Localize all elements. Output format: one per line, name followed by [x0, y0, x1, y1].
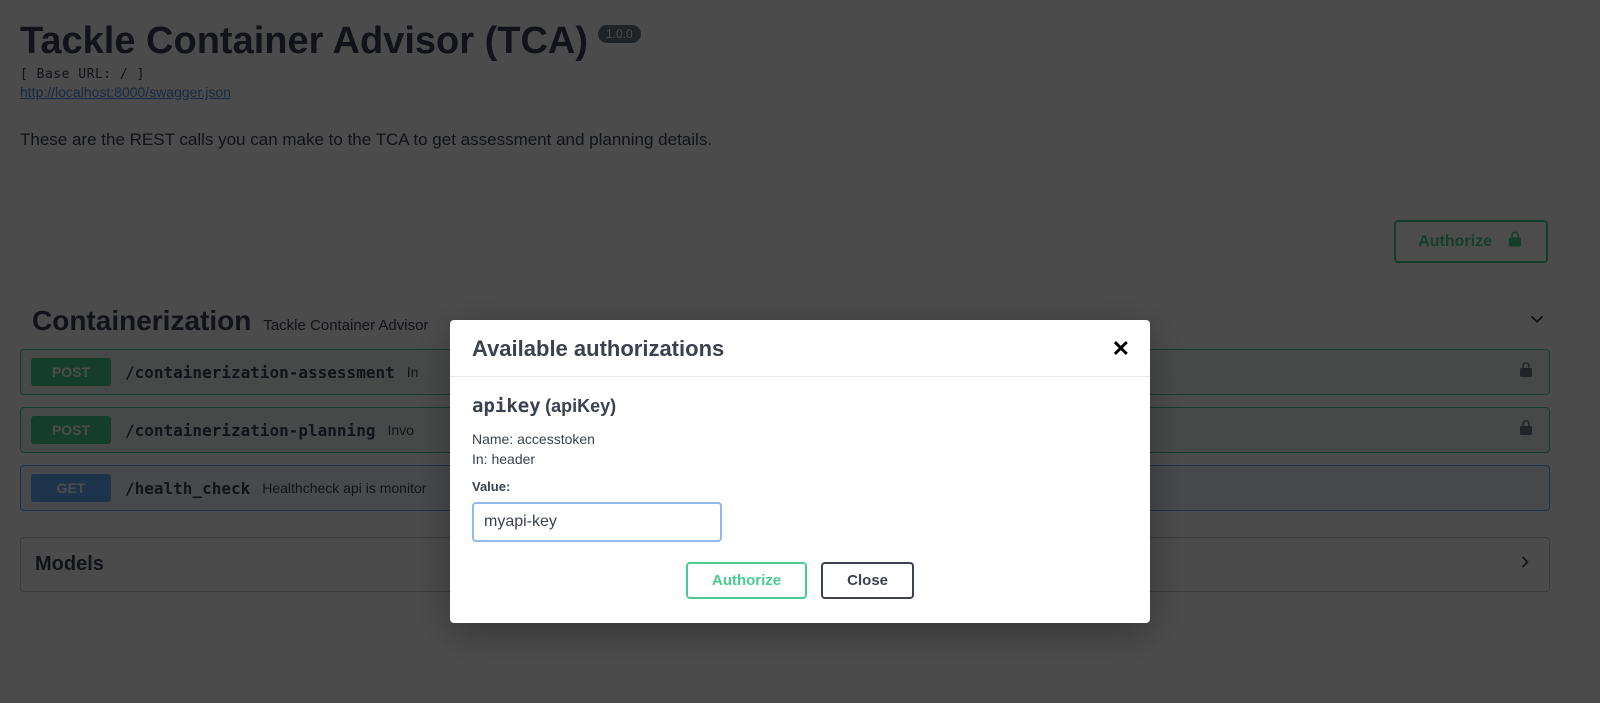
- auth-scheme-heading: apikey (apiKey): [472, 395, 1128, 417]
- auth-meta: Name: accesstoken In: header: [472, 431, 1128, 467]
- modal-overlay[interactable]: Available authorizations ✕ apikey (apiKe…: [0, 0, 1600, 703]
- auth-name-label: Name:: [472, 431, 513, 447]
- auth-value-label: Value:: [472, 479, 1128, 494]
- apikey-input[interactable]: [472, 502, 722, 542]
- auth-scheme-type: (apiKey): [545, 396, 616, 416]
- auth-scheme-name: apikey: [472, 395, 541, 417]
- modal-buttons: Authorize Close: [472, 562, 1128, 599]
- auth-in-row: In: header: [472, 451, 1128, 467]
- modal-body: apikey (apiKey) Name: accesstoken In: he…: [450, 377, 1150, 623]
- modal-authorize-button[interactable]: Authorize: [686, 562, 807, 599]
- auth-in-value: header: [491, 451, 535, 467]
- auth-name-value: accesstoken: [517, 431, 595, 447]
- auth-name-row: Name: accesstoken: [472, 431, 1128, 447]
- modal-close-button[interactable]: Close: [821, 562, 914, 599]
- modal-title: Available authorizations: [472, 336, 724, 362]
- auth-in-label: In:: [472, 451, 488, 467]
- modal-header: Available authorizations ✕: [450, 320, 1150, 377]
- authorization-modal: Available authorizations ✕ apikey (apiKe…: [450, 320, 1150, 623]
- close-icon[interactable]: ✕: [1112, 336, 1130, 362]
